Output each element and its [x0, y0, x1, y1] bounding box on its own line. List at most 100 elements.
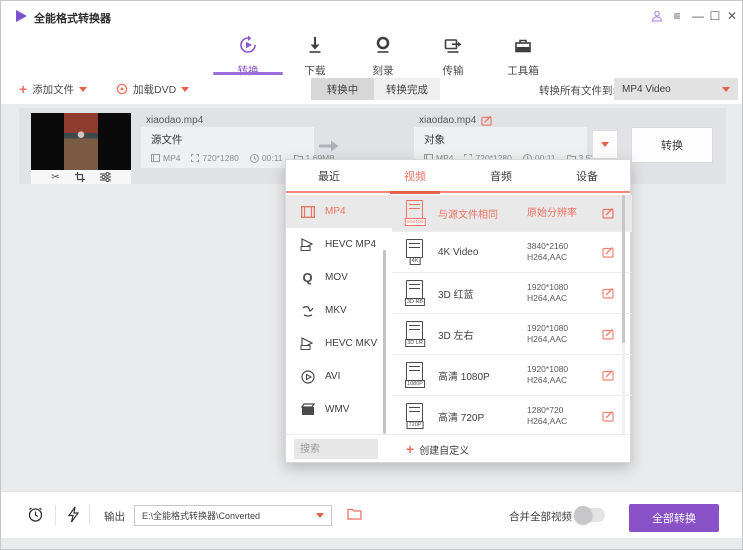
format-item-mp4[interactable]: MP4: [286, 195, 392, 228]
download-icon: [305, 35, 325, 60]
preset-hd-1080p[interactable]: 1080P 高清 1080P 1920*1080H264,AAC: [392, 354, 632, 395]
avi-icon: [299, 370, 316, 384]
preset-codec: H264,AAC: [527, 416, 567, 426]
chevron-down-icon: [722, 87, 730, 92]
convert-all-button[interactable]: 全部转换: [629, 504, 719, 532]
preset-resolution: 1280*720: [527, 405, 563, 415]
crop-icon[interactable]: [75, 172, 85, 182]
source-filename: xiaodao.mp4: [146, 115, 203, 126]
format-panel-tabs: 最近 视频 音频 设备: [286, 160, 630, 193]
mov-icon: Q: [299, 270, 316, 285]
preset-codec: H264,AAC: [527, 252, 567, 262]
edit-preset-icon[interactable]: [602, 369, 614, 381]
output-format-dropdown[interactable]: MP4 Video: [614, 78, 738, 100]
format-item-mkv[interactable]: MKV: [286, 294, 392, 327]
mp4-icon: [299, 206, 316, 218]
preset-3d-sbs[interactable]: 3D LR 3D 左右 1920*1080H264,AAC: [392, 313, 632, 354]
target-box-label: 对象: [424, 132, 577, 147]
toolbox-icon: [513, 35, 533, 60]
preset-4k-video[interactable]: 4K 4K Video 3840*2160H264,AAC: [392, 231, 632, 272]
output-format-value: MP4 Video: [622, 84, 671, 95]
format-item-wmv[interactable]: WMV: [286, 393, 392, 426]
format-item-mov[interactable]: Q MOV: [286, 261, 392, 294]
search-input[interactable]: [294, 439, 378, 459]
video-thumbnail: [31, 113, 131, 170]
edit-preset-icon[interactable]: [602, 207, 614, 219]
edit-preset-icon[interactable]: [602, 410, 614, 422]
tab-convert[interactable]: 转换: [216, 35, 280, 75]
tab-converted-label: 转换完成: [386, 82, 428, 97]
mkv-icon: [299, 305, 316, 317]
open-folder-icon[interactable]: [347, 507, 362, 525]
format-picker-button[interactable]: [592, 130, 618, 159]
edit-preset-icon[interactable]: [602, 287, 614, 299]
panel-tab-video-label: 视频: [404, 168, 426, 184]
app-window: 全能格式转换器 ≡ — ☐ ✕ 转换 下载 刻录 传输: [0, 0, 743, 550]
toggle-knob: [574, 506, 592, 524]
resolution-icon: [191, 154, 199, 162]
load-dvd-button[interactable]: 加载DVD: [116, 78, 189, 100]
tab-toolbox[interactable]: 工具箱: [491, 35, 555, 75]
format-item-avi[interactable]: AVI: [286, 360, 392, 393]
panel-tab-video[interactable]: 视频: [372, 160, 458, 191]
app-logo-icon: [16, 10, 27, 22]
schedule-icon[interactable]: [27, 506, 44, 528]
preset-codec: H264,AAC: [527, 293, 567, 303]
add-files-label: 添加文件: [32, 82, 74, 97]
preset-hd-720p[interactable]: 720P 高清 720P 1280*720H264,AAC: [392, 395, 632, 434]
preset-4k-icon: 4K: [404, 239, 426, 265]
output-path-dropdown[interactable]: E:\全能格式转换器\Converted: [134, 505, 332, 526]
edit-preset-icon[interactable]: [602, 328, 614, 340]
format-item-hevc-mkv[interactable]: HEVC MKV: [286, 327, 392, 360]
format-list-scrollbar[interactable]: [383, 250, 386, 434]
close-icon[interactable]: ✕: [724, 8, 740, 24]
tab-converted[interactable]: 转换完成: [374, 78, 440, 100]
preset-same-as-source[interactable]: source 与源文件相同 原始分辨率: [392, 195, 632, 231]
preset-name: 3D 红蓝: [438, 286, 474, 301]
bottom-bar: 输出 E:\全能格式转换器\Converted 合并全部视频 全部转换: [1, 491, 742, 538]
format-label: MP4: [325, 206, 346, 217]
preset-1080p-icon: 1080P: [404, 362, 426, 388]
minimize-icon[interactable]: —: [690, 8, 706, 24]
rename-icon[interactable]: [481, 115, 492, 126]
merge-videos-toggle[interactable]: [575, 508, 605, 522]
format-item-m4v[interactable]: M4V: [286, 426, 392, 434]
format-label: WMV: [325, 404, 349, 415]
format-item-hevc-mp4[interactable]: HEVC MP4: [286, 228, 392, 261]
format-label: AVI: [325, 371, 340, 382]
format-label: MOV: [325, 272, 348, 283]
tab-converting[interactable]: 转换中: [311, 78, 374, 100]
preset-source-icon: source: [404, 200, 426, 226]
panel-tab-recent[interactable]: 最近: [286, 160, 372, 191]
panel-tab-device-label: 设备: [576, 168, 598, 184]
dvd-icon: [116, 83, 128, 95]
create-custom-label: 创建自定义: [419, 442, 469, 457]
account-icon[interactable]: [649, 8, 665, 24]
window-footer-strip: [1, 538, 742, 550]
transfer-icon: [443, 35, 463, 60]
load-dvd-label: 加载DVD: [133, 82, 176, 97]
menu-icon[interactable]: ≡: [669, 8, 685, 24]
panel-tab-audio[interactable]: 音频: [458, 160, 544, 191]
tab-burn[interactable]: 刻录: [351, 35, 415, 75]
preset-codec: H264,AAC: [527, 375, 567, 385]
panel-tab-device[interactable]: 设备: [544, 160, 630, 191]
effects-icon[interactable]: [100, 172, 111, 182]
hardware-accel-icon[interactable]: [67, 506, 80, 528]
tab-download[interactable]: 下载: [283, 35, 347, 75]
divider: [55, 505, 56, 525]
maximize-icon[interactable]: ☐: [707, 8, 723, 24]
convert-arrow-icon: [319, 140, 339, 152]
create-custom-button[interactable]: + 创建自定义: [406, 442, 469, 457]
tab-transfer[interactable]: 传输: [421, 35, 485, 75]
add-files-button[interactable]: + 添加文件: [19, 78, 87, 100]
convert-all-to-label: 转换所有文件到:: [539, 83, 615, 98]
preset-list-scrollbar[interactable]: [622, 195, 625, 343]
trim-icon[interactable]: ✂: [51, 172, 59, 183]
preset-3d-anaglyph[interactable]: 3D RB 3D 红蓝 1920*1080H264,AAC: [392, 272, 632, 313]
preset-resolution: 1920*1080: [527, 323, 568, 333]
wmv-icon: [299, 403, 316, 416]
convert-row-button[interactable]: 转换: [631, 127, 713, 163]
video-preview-image: [64, 113, 98, 170]
edit-preset-icon[interactable]: [602, 246, 614, 258]
